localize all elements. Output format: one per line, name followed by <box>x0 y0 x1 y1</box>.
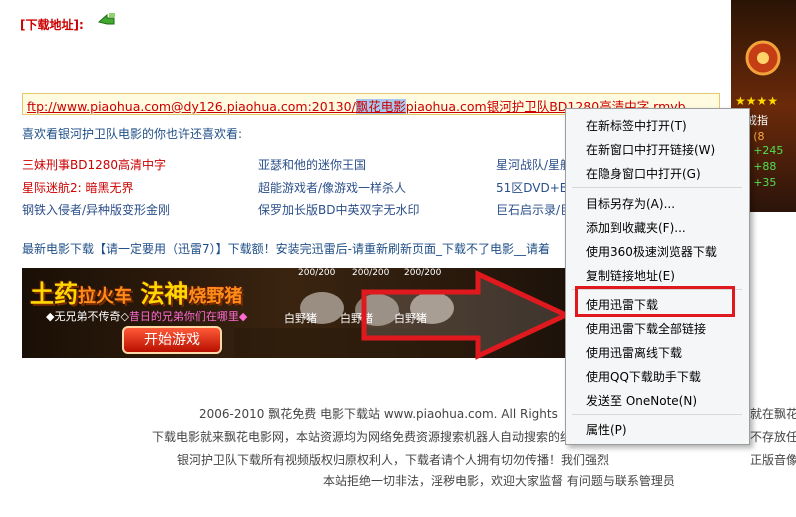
related-link[interactable]: 巨石启示录/巨 <box>496 201 572 218</box>
menu-separator <box>572 187 742 188</box>
footer-line: 不存放任 <box>750 430 796 444</box>
menu-item-qq-download[interactable]: 使用QQ下载助手下载 <box>586 368 701 385</box>
menu-item-save-as[interactable]: 目标另存为(A)... <box>586 195 675 212</box>
context-menu: 在新标签中打开(T) 在新窗口中打开链接(W) 在隐身窗口中打开(G) 目标另存… <box>565 108 750 445</box>
recommend-heading: 喜欢看银河护卫队电影的你也许还喜欢看: <box>22 127 243 141</box>
banner-title: 土药拉火车 法神烧野猪 <box>30 280 243 308</box>
boar-label: 白野猪 <box>284 312 317 325</box>
related-link[interactable]: 超能游戏者/像游戏一样杀人 <box>258 179 406 196</box>
url-part: piaohua.com <box>405 99 487 114</box>
footer-line: 下载电影就来飘花电影网，本站资源均为网络免费资源搜索机器人自动搜索的结 <box>152 430 573 444</box>
menu-item-open-new-tab[interactable]: 在新标签中打开(T) <box>586 117 687 134</box>
footer-line: 正版音像制 <box>750 453 796 467</box>
boar-hp: 200/200 <box>298 268 336 278</box>
related-link[interactable]: 亚瑟和他的迷你王国 <box>258 156 366 173</box>
item-stars: ★★★★ <box>735 94 779 108</box>
menu-item-add-favorite[interactable]: 添加到收藏夹(F)... <box>586 219 686 236</box>
url-part: ftp://www.piaohua.com@dy126.piaohua.com:… <box>27 99 356 114</box>
related-link[interactable]: 保罗加长版BD中英双字无水印 <box>258 201 419 218</box>
menu-item-copy-link[interactable]: 复制链接地址(E) <box>586 267 675 284</box>
menu-item-properties[interactable]: 属性(P) <box>586 421 627 438</box>
related-link[interactable]: 星河战队/星舰 <box>496 156 572 173</box>
related-link[interactable]: 三妹刑事BD1280高清中字 <box>22 156 166 173</box>
menu-item-360-download[interactable]: 使用360极速浏览器下载 <box>586 243 717 260</box>
footer-line: 银河护卫队下载所有视频版权归原权利人，下载者请个人拥有切勿传播！我们强烈 <box>177 453 610 467</box>
footer-copyright: 2006-2010 飘花免费 电影下载站 www.piaohua.com. Al… <box>199 407 558 421</box>
related-link[interactable]: 51区DVD+B <box>496 179 568 196</box>
download-notice[interactable]: 最新电影下载【请一定要用（迅雷7）】下载额！安装完迅雷后-请重新刷新页面_下载不… <box>22 240 567 257</box>
related-link[interactable]: 钢铁入侵者/异种版变形金刚 <box>22 201 170 218</box>
menu-item-open-new-window[interactable]: 在新窗口中打开链接(W) <box>586 141 715 158</box>
highlight-box <box>575 286 735 317</box>
menu-item-onenote[interactable]: 发送至 OneNote(N) <box>586 392 697 409</box>
menu-item-open-incognito[interactable]: 在隐身窗口中打开(G) <box>586 165 701 182</box>
menu-item-thunder-offline[interactable]: 使用迅雷离线下载 <box>586 344 682 361</box>
url-selected-part: 飘花电影 <box>355 99 406 114</box>
footer-line: 就在飘花网 <box>750 407 796 421</box>
banner-subtitle: ◆无兄弟不传奇◇昔日的兄弟你们在哪里◆ <box>46 310 248 323</box>
start-game-button[interactable]: 开始游戏 <box>122 326 222 354</box>
annotation-arrow-icon <box>361 270 572 360</box>
download-address-label: [下载地址]: <box>20 18 84 32</box>
menu-separator <box>572 414 742 415</box>
footer-line: 本站拒绝一切非法，淫秽电影，欢迎大家监督 有问题与联系管理员 <box>323 474 675 488</box>
menu-item-thunder-all[interactable]: 使用迅雷下载全部链接 <box>586 320 706 337</box>
download-arrow-icon[interactable] <box>98 12 116 26</box>
related-link[interactable]: 星际迷航2: 暗黑无界 <box>22 179 134 196</box>
ring-item-icon <box>745 40 781 76</box>
